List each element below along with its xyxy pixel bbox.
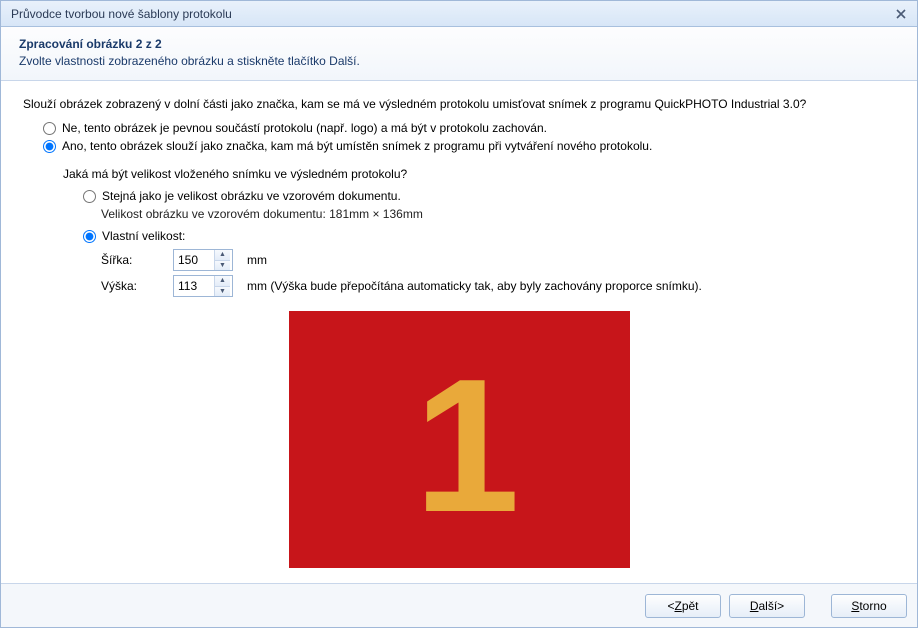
window-title: Průvodce tvorbou nové šablony protokolu [11,7,891,21]
width-input[interactable] [174,250,214,270]
page-title: Zpracování obrázku 2 z 2 [19,37,899,51]
width-row: Šířka: ▲ ▼ mm [101,249,895,271]
radio-row-size-same[interactable]: Stejná jako je velikost obrázku ve vzoro… [83,189,895,203]
close-button[interactable] [891,5,911,23]
width-unit: mm [247,253,267,267]
width-down-button[interactable]: ▼ [215,261,230,271]
height-row: Výška: ▲ ▼ mm (Výška bude přepočítána au… [101,275,895,297]
radio-yes-label: Ano, tento obrázek slouží jako značka, k… [62,139,652,153]
height-up-button[interactable]: ▲ [215,276,230,287]
titlebar: Průvodce tvorbou nové šablony protokolu [1,1,917,27]
height-label: Výška: [101,279,173,293]
height-spinner[interactable]: ▲ ▼ [173,275,233,297]
radio-row-yes[interactable]: Ano, tento obrázek slouží jako značka, k… [43,139,895,153]
preview-placeholder-icon: 1 [289,311,630,568]
back-arrow-icon: < [667,599,674,613]
main-question: Slouží obrázek zobrazený v dolní části j… [23,97,895,111]
image-preview: 1 [289,311,630,568]
size-same-note: Velikost obrázku ve vzorovém dokumentu: … [101,207,895,221]
wizard-footer: < Zpět Další > Storno [1,583,917,627]
radio-no[interactable] [43,122,56,135]
radio-size-same-label: Stejná jako je velikost obrázku ve vzoro… [102,189,401,203]
wizard-window: Průvodce tvorbou nové šablony protokolu … [0,0,918,628]
height-note: mm (Výška bude přepočítána automaticky t… [247,279,702,293]
height-down-button[interactable]: ▼ [215,287,230,297]
cancel-button[interactable]: Storno [831,594,907,618]
radio-yes[interactable] [43,140,56,153]
width-up-button[interactable]: ▲ [215,250,230,261]
width-label: Šířka: [101,253,173,267]
cancel-rest: torno [859,599,886,613]
custom-size-panel: Šířka: ▲ ▼ mm Výška: ▲ ▼ [101,249,895,297]
height-spinner-arrows: ▲ ▼ [214,276,230,296]
radio-size-custom[interactable] [83,230,96,243]
next-arrow-icon: > [777,599,784,613]
width-spinner-arrows: ▲ ▼ [214,250,230,270]
width-spinner[interactable]: ▲ ▼ [173,249,233,271]
height-input[interactable] [174,276,214,296]
radio-row-no[interactable]: Ne, tento obrázek je pevnou součástí pro… [43,121,895,135]
radio-size-custom-label: Vlastní velikost: [102,229,185,243]
preview-wrap: 1 [23,311,895,568]
back-mnemonic: Z [674,599,681,613]
radio-no-label: Ne, tento obrázek je pevnou součástí pro… [62,121,547,135]
wizard-header: Zpracování obrázku 2 z 2 Zvolte vlastnos… [1,27,917,81]
back-rest: pět [682,599,699,613]
next-rest: alší [758,599,777,613]
radio-row-size-custom[interactable]: Vlastní velikost: [83,229,895,243]
radio-size-same[interactable] [83,190,96,203]
close-icon [896,9,906,19]
back-button[interactable]: < Zpět [645,594,721,618]
page-subtitle: Zvolte vlastnosti zobrazeného obrázku a … [19,54,899,68]
svg-text:1: 1 [414,340,520,552]
next-button[interactable]: Další > [729,594,805,618]
wizard-content: Slouží obrázek zobrazený v dolní části j… [1,81,917,583]
size-question: Jaká má být velikost vloženého snímku ve… [63,167,895,181]
